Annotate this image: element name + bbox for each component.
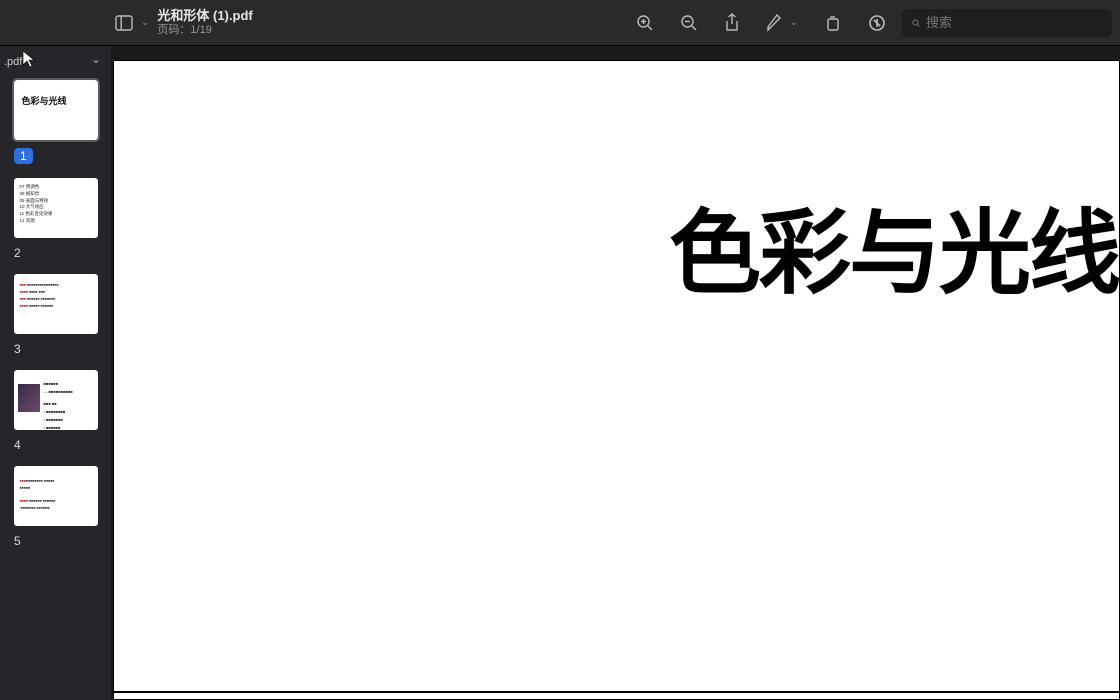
document-viewport[interactable]: 色彩与光线: [111, 46, 1120, 700]
title-block: 光和形体 (1).pdf 页码：1/19: [157, 8, 252, 37]
share-button[interactable]: [724, 13, 740, 33]
toolbar: ⌄ 光和形体 (1).pdf 页码：1/19: [0, 0, 1120, 46]
page-1: 色彩与光线: [113, 60, 1120, 700]
search-input[interactable]: [926, 15, 1102, 30]
chevron-down-icon[interactable]: ⌄: [91, 52, 101, 66]
document-title: 光和形体 (1).pdf: [157, 8, 252, 24]
page-indicator: 页码：1/19: [157, 24, 252, 37]
highlight-button[interactable]: [868, 14, 886, 32]
thumbnail-2[interactable]: 07 预调色 08 视知觉 09 表面与特效 10 大气效应 11 色彩变化效果…: [8, 178, 103, 260]
search-icon: [912, 16, 920, 30]
thumbnail-sidebar: .pdf ⌄ 色彩与光线 1 07 预调色 08 视知觉 09 表面与特效: [0, 46, 111, 700]
page-heading: 色彩与光线: [669, 179, 1119, 312]
sidebar-toggle-button[interactable]: ⌄: [111, 11, 153, 35]
cursor-icon: [22, 50, 36, 68]
sidebar-ext-label: .pdf: [4, 56, 22, 68]
thumbnail-number: 5: [14, 534, 103, 548]
search-field[interactable]: [902, 9, 1112, 37]
thumbnail-number: 3: [14, 342, 103, 356]
thumbnail-number: 1: [14, 148, 33, 164]
zoom-in-button[interactable]: [636, 14, 654, 32]
rotate-button[interactable]: [824, 14, 842, 32]
thumbnail-1[interactable]: 色彩与光线 1: [8, 80, 103, 164]
chevron-down-icon: ⌄: [141, 17, 149, 28]
thumbnail-3[interactable]: ■■■ ■■■■■■■■■■■■■■■ ■■■■ ■■■■"■■■" ■■■ ■…: [8, 274, 103, 356]
thumbnail-5[interactable]: ■■■■■■■■■■■ ■■■■■ ■■■■■ ■■■■ ■■■■■■ ■■■■…: [8, 466, 103, 548]
chevron-down-icon: ⌄: [790, 17, 798, 28]
thumbnail-4[interactable]: ■■■■■■ — ■■■■■■■■■■ ■■■ ■■ • ■■■■■■■■ • …: [8, 370, 103, 452]
zoom-out-button[interactable]: [680, 14, 698, 32]
markup-button[interactable]: ⌄: [766, 14, 798, 32]
thumbnail-number: 4: [14, 438, 103, 452]
thumbnail-number: 2: [14, 246, 103, 260]
